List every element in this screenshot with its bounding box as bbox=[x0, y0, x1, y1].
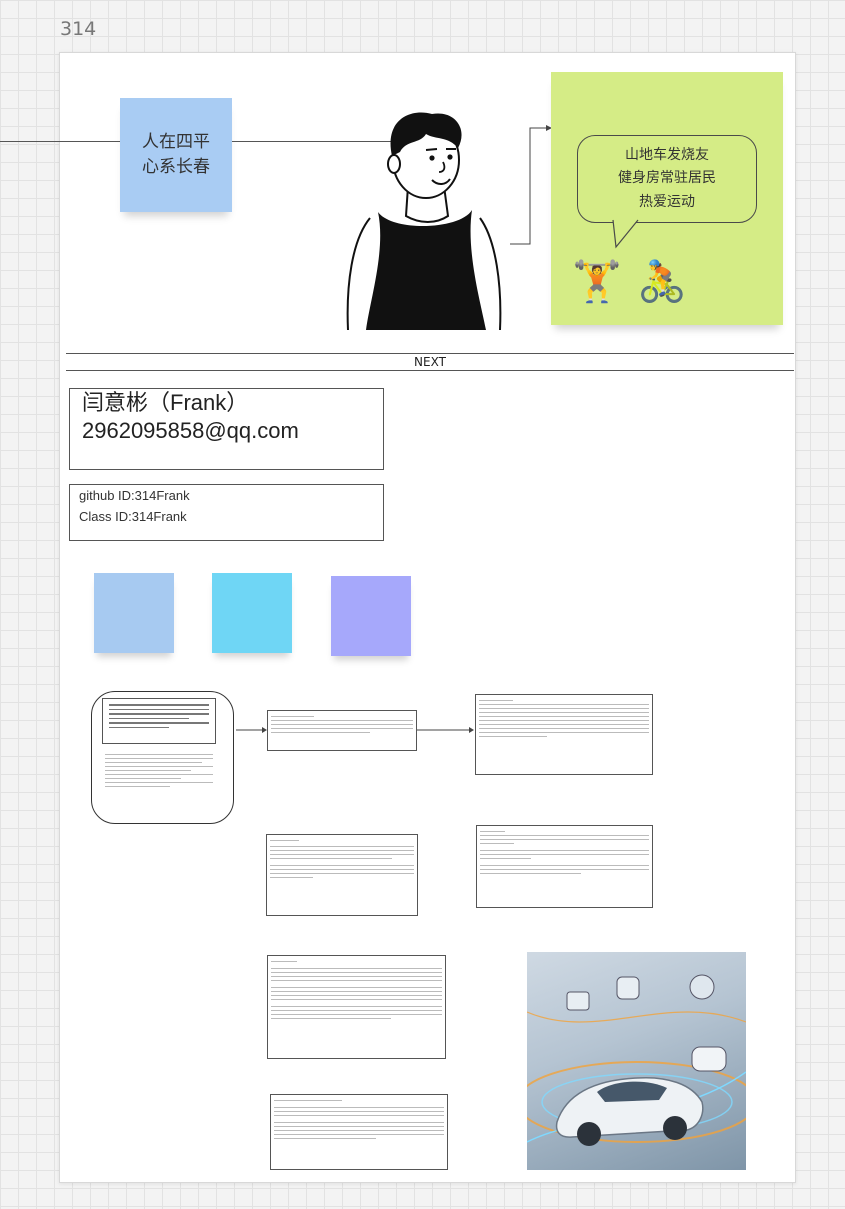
cyan-sticky-swatch[interactable] bbox=[212, 573, 292, 653]
github-id: github ID:314Frank bbox=[79, 488, 190, 503]
flow-doc-1[interactable] bbox=[267, 710, 417, 751]
profile-email: 2962095858@qq.com bbox=[82, 418, 299, 443]
person-illustration bbox=[346, 112, 502, 330]
weightlifter-icon: 🏋️ bbox=[572, 259, 622, 305]
name-card[interactable]: 闫意彬（Frank） 2962095858@qq.com bbox=[69, 388, 384, 470]
blue-sticky-swatch[interactable] bbox=[94, 573, 174, 653]
hobby-line-3: 热爱运动 bbox=[639, 193, 695, 210]
hobby-line-2: 健身房常驻居民 bbox=[618, 170, 716, 187]
sticky-line-1: 人在四平 bbox=[142, 132, 210, 153]
flow-doc-4[interactable] bbox=[476, 825, 653, 908]
flow-arrow-1 bbox=[236, 727, 267, 733]
car-scene-graphic bbox=[527, 974, 746, 1146]
flow-doc-2[interactable] bbox=[475, 694, 653, 775]
flow-arrow-2 bbox=[417, 727, 474, 733]
page-number: 314 bbox=[60, 18, 97, 40]
location-sticky-note[interactable]: 人在四平 心系长春 bbox=[120, 98, 232, 212]
sticky-line-2: 心系长春 bbox=[142, 157, 210, 177]
autonomous-car-image[interactable] bbox=[527, 952, 746, 1170]
purple-sticky-swatch[interactable] bbox=[331, 576, 411, 656]
flow-doc-5[interactable] bbox=[267, 955, 446, 1059]
flow-start-text bbox=[102, 750, 216, 812]
profile-name: 闫意彬（Frank） bbox=[82, 390, 249, 415]
connector-line-left bbox=[0, 141, 120, 142]
hobby-line-1: 山地车发烧友 bbox=[625, 147, 709, 164]
speech-bubble: 山地车发烧友 健身房常驻居民 热爱运动 bbox=[577, 135, 757, 223]
next-divider: NEXT bbox=[66, 353, 794, 371]
flow-doc-6[interactable] bbox=[270, 1094, 448, 1170]
flow-thumbnail bbox=[102, 698, 216, 744]
connector-bracket bbox=[510, 125, 552, 245]
id-card[interactable]: github ID:314Frank Class ID:314Frank bbox=[69, 484, 384, 541]
cyclist-icon: 🚴 bbox=[637, 259, 687, 305]
speech-bubble-tail bbox=[612, 219, 639, 249]
flow-doc-3[interactable] bbox=[266, 834, 418, 916]
class-id: Class ID:314Frank bbox=[79, 509, 187, 524]
